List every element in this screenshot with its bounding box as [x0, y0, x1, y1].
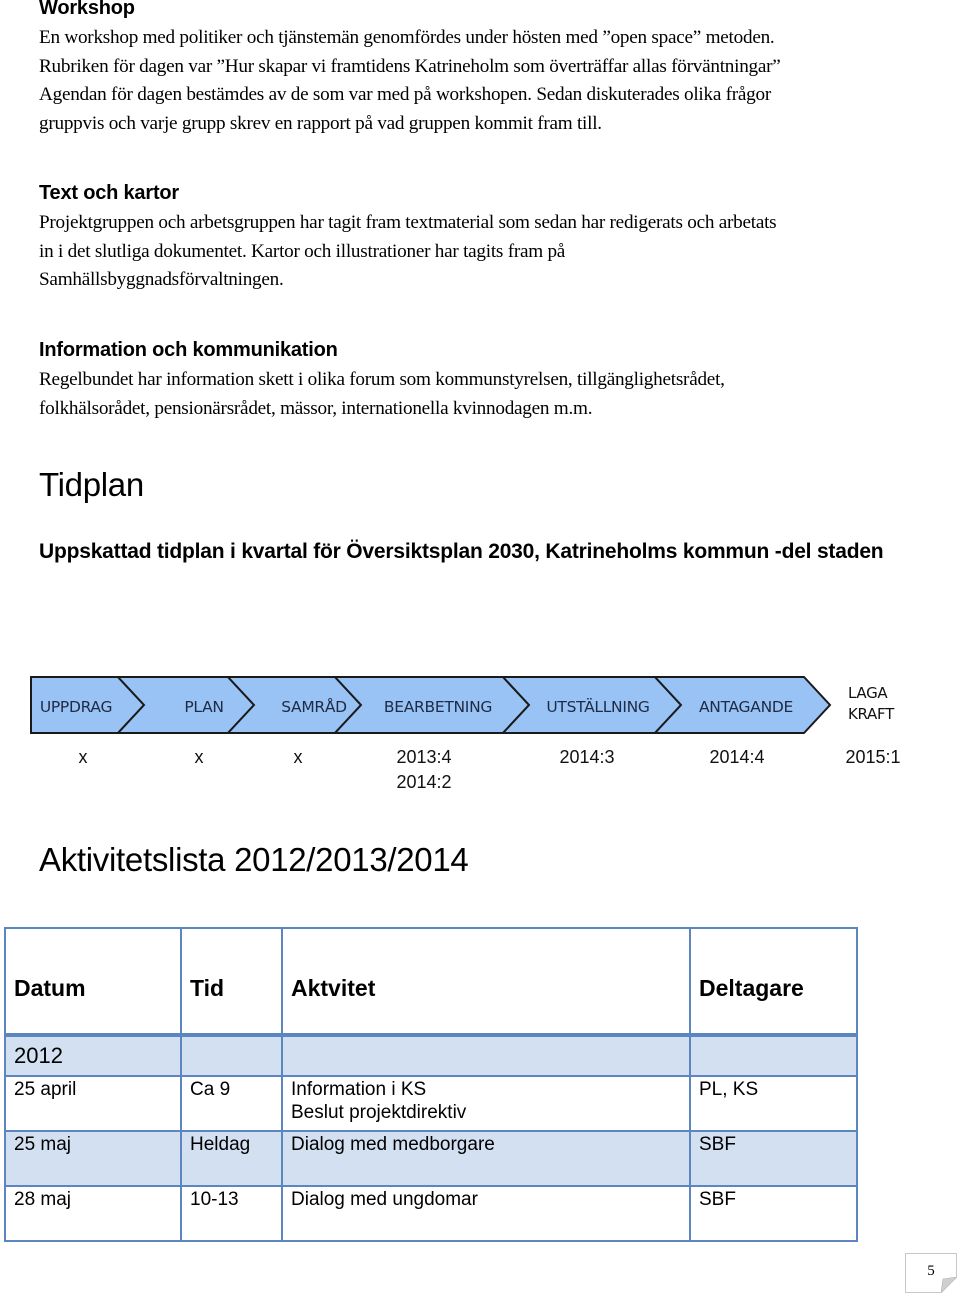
table-year-row: 2012	[4, 1034, 858, 1077]
column-header-datum: Datum	[4, 927, 182, 1037]
timeline-diagram: UPPDRAG x PLAN x SAMRÅD x BEARBETNING 2013:4 201…	[30, 676, 901, 792]
deltagare-cell: PL, KS	[689, 1075, 858, 1132]
text-line: Samhällsbyggnadsförvaltningen.	[39, 269, 284, 290]
phase-label: UPPDRAG	[40, 698, 112, 716]
aktivitet-line: Information i KS	[291, 1079, 427, 1100]
phase-label: SAMRÅD	[281, 697, 347, 716]
tid-cell: Heldag	[180, 1130, 283, 1187]
information-heading: Information och kommunikation	[39, 339, 338, 361]
text-line: gruppvis och varje grupp skrev en rappor…	[39, 112, 602, 134]
phase-date: 2013:4	[396, 747, 451, 767]
tid-cell: Ca 9	[180, 1075, 283, 1132]
aktivitet-cell: Dialog med ungdomar	[281, 1185, 691, 1242]
table-row: 28 maj 10-13 Dialog med ungdomar SBF	[4, 1185, 858, 1242]
deltagare-cell: SBF	[689, 1185, 858, 1242]
activity-table: Datum Tid Aktvitet Deltagare 2012 25 apr…	[4, 927, 858, 1242]
table-row: 25 maj Heldag Dialog med medborgare SBF	[4, 1130, 858, 1187]
column-header-tid: Tid	[180, 927, 283, 1037]
table-header-row: Datum Tid Aktvitet Deltagare	[4, 927, 858, 1037]
phase-date: 2014:3	[559, 747, 614, 767]
final-phase-date: 2015:1	[845, 747, 900, 767]
empty-cell	[689, 1034, 858, 1077]
empty-cell	[281, 1034, 691, 1077]
tid-cell: 10-13	[180, 1185, 283, 1242]
table-row: 25 april Ca 9 Information i KS Beslut pr…	[4, 1075, 858, 1132]
year-cell: 2012	[4, 1034, 182, 1077]
phase-label: BEARBETNING	[384, 698, 492, 716]
column-header-aktivitet: Aktvitet	[281, 927, 691, 1037]
empty-cell	[180, 1034, 283, 1077]
text-line: En workshop med politiker och tjänstemän…	[39, 27, 775, 48]
phase-date: 2014:4	[709, 747, 764, 767]
column-header-deltagare: Deltagare	[689, 927, 858, 1037]
aktivitet-line: Beslut projektdirektiv	[291, 1102, 467, 1123]
text-line: Regelbundet har information skett i olik…	[39, 369, 725, 390]
text-och-kartor-paragraph: Projektgruppen och arbetsgruppen har tag…	[39, 209, 939, 295]
aktivitet-cell: Dialog med medborgare	[281, 1130, 691, 1187]
tidplan-title: Tidplan	[39, 466, 144, 503]
tidplan-subtitle: Uppskattad tidplan i kvartal för Översik…	[39, 540, 884, 563]
aktivitet-line: Dialog med ungdomar	[291, 1189, 478, 1210]
text-line: Rubriken för dagen var ”Hur skapar vi fr…	[39, 55, 781, 77]
phase-date: x	[195, 747, 204, 767]
phase-date: 2014:2	[396, 772, 451, 792]
text-line: Projektgruppen och arbetsgruppen har tag…	[39, 212, 777, 233]
text-line: Agendan för dagen bestämdes av de som va…	[39, 84, 772, 105]
datum-cell: 25 april	[4, 1075, 182, 1132]
final-phase-label: KRAFT	[848, 705, 895, 723]
workshop-paragraph: En workshop med politiker och tjänstemän…	[39, 24, 939, 138]
phase-date: x	[294, 747, 303, 767]
page-number-text: 5	[927, 1263, 935, 1279]
final-phase-label: LAGA	[848, 684, 888, 702]
datum-cell: 25 maj	[4, 1130, 182, 1187]
aktivitet-line: Dialog med medborgare	[291, 1134, 495, 1155]
phase-label: PLAN	[184, 698, 223, 716]
page-fold-corner-icon	[941, 1277, 957, 1293]
phase-label: UTSTÄLLNING	[546, 697, 649, 716]
text-och-kartor-heading: Text och kartor	[39, 182, 179, 204]
workshop-heading: Workshop	[39, 0, 135, 19]
text-line: in i det slutliga dokumentet. Kartor och…	[39, 240, 566, 262]
aktivitet-cell: Information i KS Beslut projektdirektiv	[281, 1075, 691, 1132]
phase-date: x	[79, 747, 88, 767]
text-line: folkhälsorådet, pensionärsrådet, mässor,…	[39, 397, 593, 419]
phase-label: ANTAGANDE	[699, 698, 793, 716]
page-number: 5	[905, 1253, 957, 1293]
datum-cell: 28 maj	[4, 1185, 182, 1242]
information-paragraph: Regelbundet har information skett i olik…	[39, 366, 939, 423]
deltagare-cell: SBF	[689, 1130, 858, 1187]
activity-list-title: Aktivitetslista 2012/2013/2014	[39, 841, 469, 878]
